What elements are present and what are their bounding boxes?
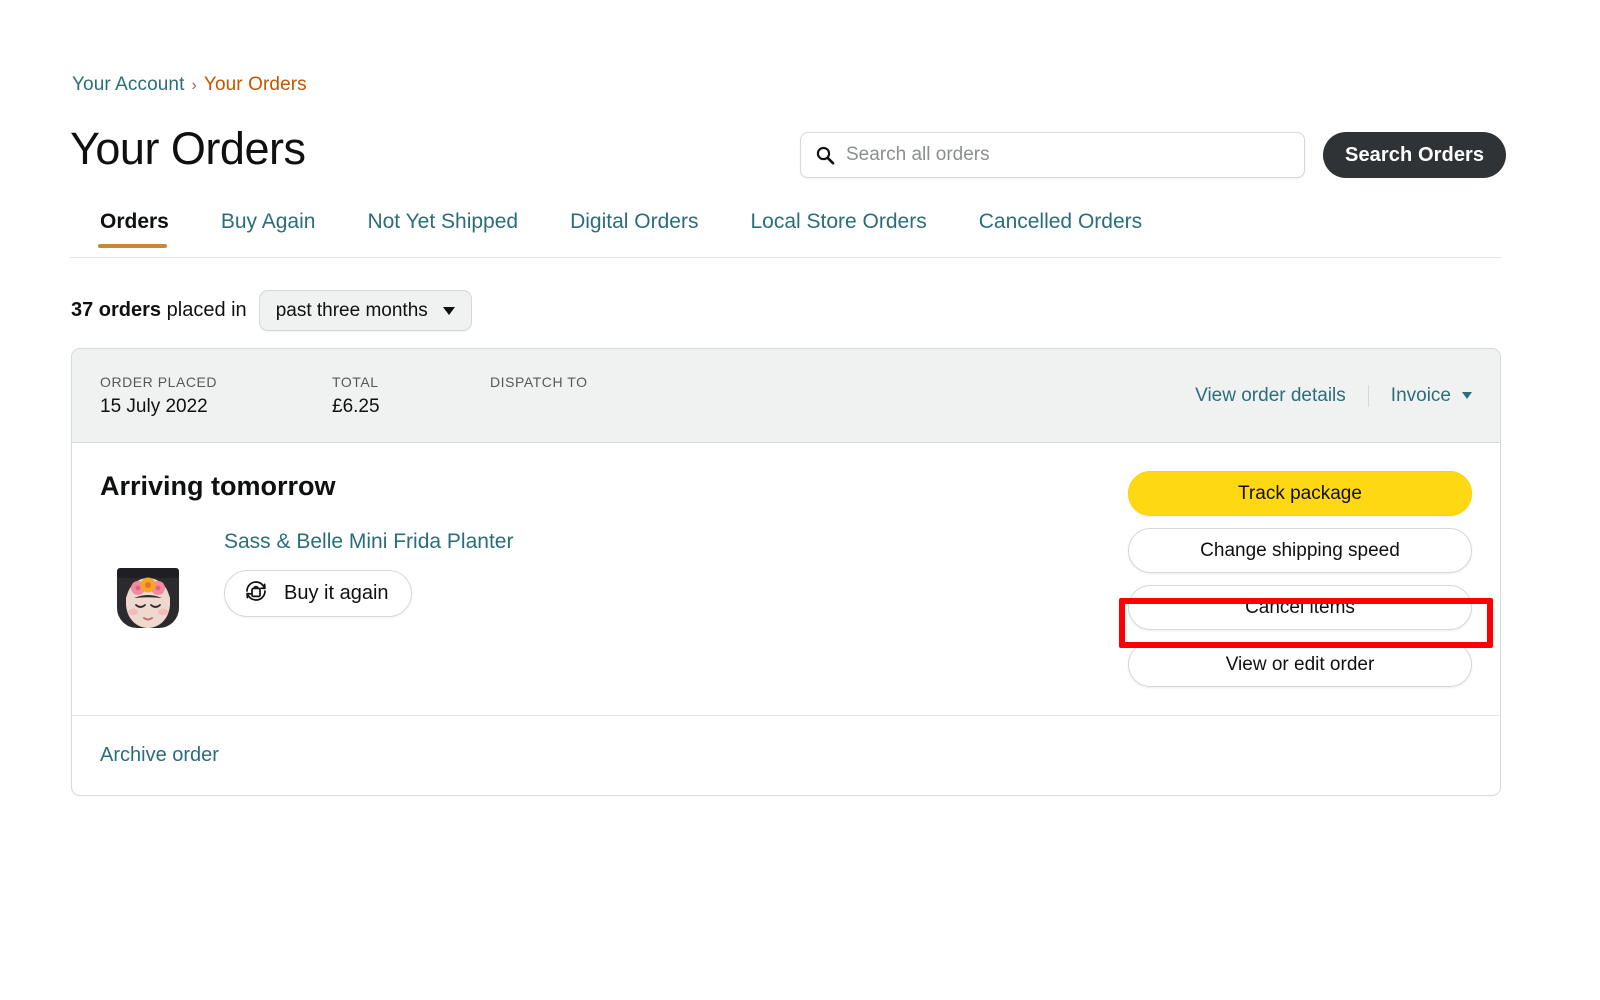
- order-placed-label: ORDER PLACED: [100, 373, 218, 390]
- header-link-divider: [1367, 384, 1369, 407]
- orders-count-row: 37 orders placed in past three months: [71, 290, 472, 331]
- dispatch-to-field: DISPATCH TO: [490, 374, 750, 396]
- buy-it-again-button[interactable]: Buy it again: [224, 570, 412, 617]
- order-total-value: £6.25: [332, 395, 380, 417]
- page-title: Your Orders: [70, 123, 306, 174]
- search-icon: [815, 145, 835, 165]
- order-placed-field: ORDER PLACED 15 July 2022: [100, 374, 332, 418]
- search-orders-button[interactable]: Search Orders: [1323, 132, 1507, 178]
- buy-again-refresh-bag-icon: [242, 577, 270, 611]
- time-range-dropdown[interactable]: past three months: [258, 290, 472, 331]
- chevron-down-icon: [1462, 392, 1472, 399]
- order-header-links: View order details Invoice: [1195, 384, 1472, 407]
- search-box[interactable]: [800, 132, 1305, 178]
- view-order-details-link[interactable]: View order details: [1195, 385, 1346, 407]
- tab-cancelled-orders[interactable]: Cancelled Orders: [953, 210, 1168, 247]
- archive-order-link[interactable]: Archive order: [100, 744, 219, 766]
- breadcrumb: Your Account › Your Orders: [72, 74, 307, 96]
- orders-count-number: 37 orders: [71, 299, 162, 321]
- order-card-body: Arriving tomorrow Sass & Belle Mini Frid…: [72, 443, 1500, 715]
- order-summary-fields: ORDER PLACED 15 July 2022 TOTAL £6.25 DI…: [100, 374, 750, 418]
- breadcrumb-current: Your Orders: [203, 74, 307, 95]
- invoice-label: Invoice: [1390, 384, 1451, 406]
- cancel-items-button[interactable]: Cancel items: [1128, 585, 1472, 630]
- tab-orders[interactable]: Orders: [70, 210, 195, 249]
- breadcrumb-your-account-link[interactable]: Your Account: [72, 74, 184, 95]
- order-placed-value: 15 July 2022: [100, 395, 208, 417]
- track-package-button[interactable]: Track package: [1128, 471, 1472, 516]
- breadcrumb-separator: ›: [191, 77, 197, 94]
- product-title-link[interactable]: Sass & Belle Mini Frida Planter: [224, 530, 513, 554]
- product-thumbnail[interactable]: [100, 546, 196, 642]
- order-total-field: TOTAL £6.25: [332, 374, 490, 418]
- order-item-info: Sass & Belle Mini Frida Planter Buy it a…: [224, 528, 513, 617]
- change-shipping-speed-button[interactable]: Change shipping speed: [1128, 528, 1472, 573]
- chevron-down-icon: [442, 306, 455, 315]
- time-range-value: past three months: [275, 299, 428, 321]
- order-total-label: TOTAL: [332, 373, 379, 390]
- view-or-edit-order-button[interactable]: View or edit order: [1128, 642, 1472, 687]
- tab-buy-again[interactable]: Buy Again: [195, 210, 342, 247]
- tab-digital-orders[interactable]: Digital Orders: [544, 210, 724, 247]
- your-orders-page: Your Account › Your Orders Your Orders Sea…: [0, 0, 1600, 1000]
- order-card-footer: Archive order: [72, 715, 1500, 795]
- tab-local-store-orders[interactable]: Local Store Orders: [724, 210, 952, 247]
- buy-it-again-label: Buy it again: [284, 582, 389, 604]
- tab-not-yet-shipped[interactable]: Not Yet Shipped: [341, 210, 544, 247]
- orders-placed-in-label: placed in: [166, 299, 247, 321]
- order-action-buttons: Track package Change shipping speed Canc…: [1128, 471, 1472, 687]
- invoice-dropdown[interactable]: Invoice: [1391, 385, 1472, 407]
- orders-count-text: 37 orders placed in: [71, 299, 247, 322]
- order-card: ORDER PLACED 15 July 2022 TOTAL £6.25 DI…: [71, 348, 1501, 796]
- dispatch-to-label: DISPATCH TO: [490, 373, 588, 390]
- search-input[interactable]: [846, 144, 1290, 166]
- order-card-header: ORDER PLACED 15 July 2022 TOTAL £6.25 DI…: [72, 349, 1500, 443]
- orders-tab-bar: Orders Buy Again Not Yet Shipped Digital…: [70, 210, 1502, 258]
- order-search-area: Search Orders: [800, 132, 1507, 178]
